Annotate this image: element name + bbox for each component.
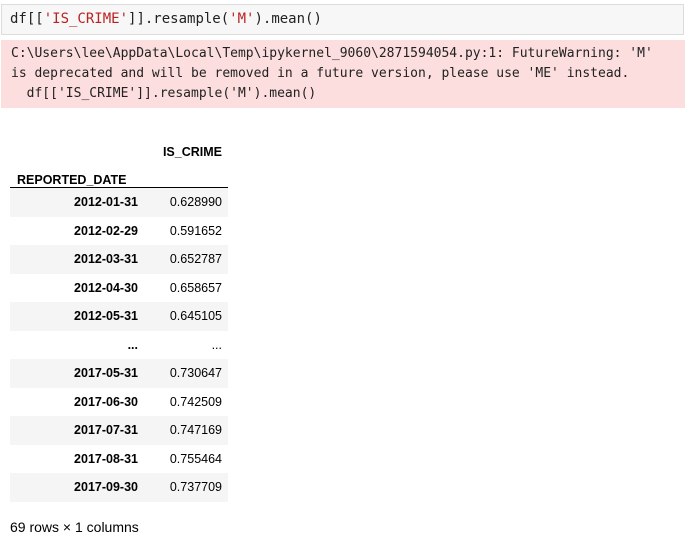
index-name-spacer (146, 158, 228, 188)
future-warning-output: C:\Users\lee\AppData\Local\Temp\ipykerne… (1, 40, 685, 108)
code-token: df[[ (10, 11, 44, 27)
table-row: 2012-01-31 0.628990 (10, 187, 228, 217)
row-value: 0.658657 (169, 280, 222, 295)
table-row: 2017-05-31 0.730647 (10, 359, 228, 388)
row-value: 0.652787 (169, 252, 222, 267)
row-index: 2017-09-30 (74, 480, 138, 495)
table-row: 2017-09-30 0.737709 (10, 473, 228, 502)
table-row: 2017-06-30 0.742509 (10, 388, 228, 417)
row-index: 2017-06-30 (74, 394, 138, 409)
row-index: 2012-05-31 (74, 309, 138, 324)
shape-footer: 69 rows × 1 columns (10, 519, 139, 535)
row-index: 2017-05-31 (74, 366, 138, 381)
row-index: 2017-07-31 (74, 423, 138, 438)
row-value: 0.747169 (169, 423, 222, 438)
row-value: 0.730647 (169, 366, 222, 381)
warning-line: is deprecated and will be removed in a f… (11, 66, 630, 81)
warning-line: df[['IS_CRIME']].resample('M').mean() (11, 86, 317, 101)
row-index: 2012-01-31 (74, 195, 138, 210)
dataframe-body: 2012-01-31 0.628990 2012-02-29 0.591652 2012… (10, 187, 228, 502)
table-row: 2012-05-31 0.645105 (10, 302, 228, 331)
dataframe-table: IS_CRIME REPORTED_DATE 2012-01-31 0.62899… (10, 130, 228, 502)
row-index: 2012-02-29 (74, 223, 138, 238)
row-value: 0.628990 (169, 195, 222, 210)
index-name-header: REPORTED_DATE (10, 158, 146, 188)
table-row: 2012-04-30 0.658657 (10, 274, 228, 303)
column-header: IS_CRIME (162, 144, 222, 159)
row-value: 0.591652 (169, 223, 222, 238)
index-name-row: REPORTED_DATE (10, 158, 228, 188)
table-row: 2017-07-31 0.747169 (10, 416, 228, 445)
row-value: 0.737709 (169, 480, 222, 495)
table-row: ...... (10, 331, 228, 360)
table-row: 2012-02-29 0.591652 (10, 217, 228, 246)
row-value: 0.742509 (169, 394, 222, 409)
row-index: 2017-08-31 (74, 451, 138, 466)
code-token: ]].resample( (128, 11, 230, 27)
code-string-token: 'IS_CRIME' (43, 11, 129, 27)
header-corner (10, 130, 146, 159)
row-value: ... (211, 337, 222, 352)
row-index: 2012-04-30 (74, 280, 138, 295)
code-string-token: 'M' (229, 11, 255, 27)
code-input-cell[interactable]: df[['IS_CRIME']].resample('M').mean() (1, 4, 684, 35)
row-value: 0.645105 (169, 309, 222, 324)
table-row: 2012-03-31 0.652787 (10, 245, 228, 274)
table-row: 2017-08-31 0.755464 (10, 445, 228, 474)
code-token: ).mean() (254, 11, 322, 27)
row-index: ... (127, 337, 138, 352)
row-value: 0.755464 (169, 451, 222, 466)
row-index: 2012-03-31 (74, 252, 138, 267)
warning-line: C:\Users\lee\AppData\Local\Temp\ipykerne… (11, 46, 653, 61)
column-header-row: IS_CRIME (10, 130, 228, 159)
